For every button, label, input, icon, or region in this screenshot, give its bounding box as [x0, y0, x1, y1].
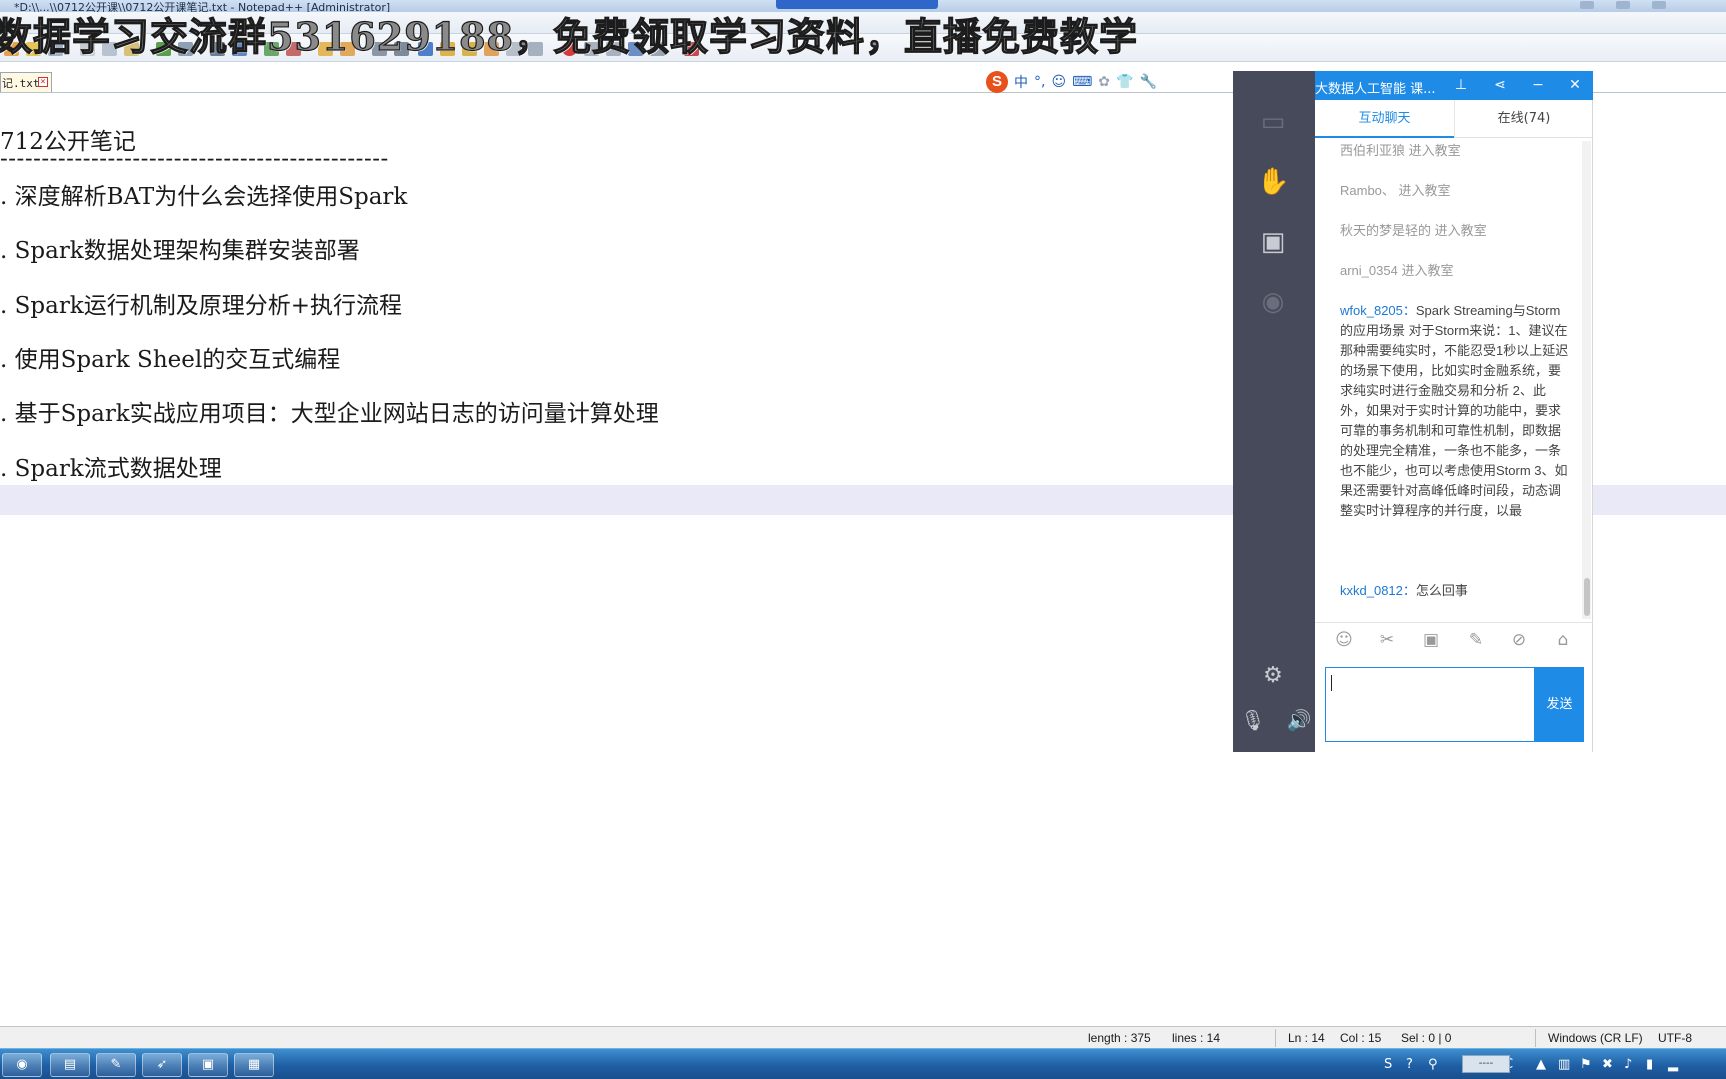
input-caret	[1331, 675, 1332, 691]
speaker-icon[interactable]: 🔊	[1283, 705, 1315, 735]
security-tray-icon[interactable]: ✖	[1602, 1057, 1613, 1072]
system-message: 秋天的梦是轻的 进入教室	[1340, 223, 1487, 238]
pin-icon[interactable]: ⊥	[1452, 76, 1470, 94]
chat-username[interactable]: kxkd_0812：	[1340, 583, 1416, 598]
taskbar-app-icon[interactable]: ➶	[142, 1053, 182, 1077]
taskbar: ◉ ▤ ✎ ➶ ▣ ▦ S ? ⚲ C ▲ ▥ ⚑ ✖ ♪ ▮ ▂ ----	[0, 1048, 1726, 1079]
status-selection: Sel : 0 | 0	[1401, 1031, 1452, 1045]
chat-message-input[interactable]	[1325, 667, 1535, 742]
file-tab-label: 记.txt	[2, 77, 40, 90]
block-icon[interactable]: ⊘	[1508, 629, 1530, 651]
ime-status-box[interactable]: ----	[1462, 1055, 1510, 1073]
minimize-button[interactable]	[1580, 1, 1594, 9]
show-hidden-icons-icon[interactable]: ▲	[1536, 1057, 1546, 1072]
ime-chinese-mode[interactable]: 中	[1014, 72, 1028, 92]
close-chat-icon[interactable]: ✕	[1566, 76, 1584, 94]
taskbar-explorer-icon[interactable]: ▤	[50, 1053, 90, 1077]
chat-message: wfok_8205：Spark Streaming与Storm的应用场景 对于S…	[1340, 301, 1570, 521]
chat-header: 大数据人工智能 课... ⊥ ⋖ − ✕	[1315, 71, 1593, 100]
help-tray-icon[interactable]: ?	[1406, 1057, 1413, 1072]
gift-icon[interactable]: ⌂	[1552, 629, 1574, 651]
ime-keyboard-icon[interactable]: ⌨	[1072, 74, 1092, 90]
status-bar: length : 375 lines : 14 Ln : 14 Col : 15…	[0, 1026, 1726, 1048]
camera-icon[interactable]: ◉	[1257, 287, 1289, 317]
settings-gear-icon[interactable]: ⚙	[1257, 661, 1289, 691]
system-message: 西伯利亚狼 进入教室	[1340, 143, 1461, 158]
editor-line: . 基于Spark实战应用项目：大型企业网站日志的访问量计算处理	[0, 401, 659, 427]
tab-online-users[interactable]: 在线(74)	[1454, 100, 1593, 138]
ime-tray-icon[interactable]: ⚲	[1428, 1057, 1438, 1072]
start-button[interactable]: ◉	[2, 1053, 42, 1077]
chat-tabs: 互动聊天 在线(74)	[1315, 100, 1593, 138]
signal-tray-icon[interactable]: ▂	[1668, 1057, 1678, 1072]
ime-emoji-icon[interactable]: ☺	[1051, 74, 1066, 90]
edit-icon[interactable]: ✎	[1465, 629, 1487, 651]
chat-input-toolbar: ☺ ✂ ▣ ✎ ⊘ ⌂	[1315, 622, 1593, 656]
status-encoding: UTF-8	[1658, 1031, 1692, 1045]
editor-line: . 使用Spark Sheel的交互式编程	[0, 347, 341, 373]
system-message: arni_0354 进入教室	[1340, 263, 1454, 278]
network-tray-icon[interactable]: ▥	[1558, 1057, 1570, 1072]
window-controls	[1580, 1, 1666, 9]
emoji-icon[interactable]: ☺	[1333, 629, 1355, 651]
chat-message-text: Spark Streaming与Storm的应用场景 对于Storm来说：1、建…	[1340, 303, 1569, 518]
maximize-button[interactable]	[1616, 1, 1630, 9]
status-lines: lines : 14	[1172, 1031, 1221, 1045]
presentation-icon[interactable]: ▣	[1257, 227, 1289, 257]
sogou-logo-icon[interactable]: S	[986, 71, 1008, 93]
ime-punctuation-icon[interactable]: °,	[1034, 74, 1045, 90]
status-column: Col : 15	[1340, 1031, 1382, 1045]
editor-line: . Spark数据处理架构集群安装部署	[0, 238, 360, 264]
taskbar-browser-icon[interactable]: ▦	[234, 1053, 274, 1077]
chat-message: kxkd_0812：怎么回事	[1340, 581, 1570, 601]
system-tray: S ? ⚲ C ▲ ▥ ⚑ ✖ ♪ ▮ ▂	[1378, 1049, 1726, 1079]
status-separator	[1535, 1029, 1536, 1047]
ime-skin-icon[interactable]: ✿	[1098, 74, 1110, 90]
share-icon[interactable]: ⋖	[1491, 76, 1509, 94]
editor-line: . Spark运行机制及原理分析+执行流程	[0, 293, 403, 319]
microphone-icon[interactable]: 🎙	[1237, 705, 1269, 735]
ime-shirt-icon[interactable]: 👕	[1116, 74, 1133, 90]
editor-line: ----------------------------------------…	[0, 146, 389, 172]
scissors-icon[interactable]: ✂	[1376, 629, 1398, 651]
editor-line: . Spark流式数据处理	[0, 456, 222, 482]
classroom-sidebar: ▭ ✋ ▣ ◉ ⚙ 🎙 🔊	[1233, 71, 1315, 752]
whiteboard-icon[interactable]: ▭	[1257, 107, 1289, 137]
status-line-number: Ln : 14	[1288, 1031, 1325, 1045]
close-tab-icon[interactable]: ×	[38, 77, 48, 87]
volume-tray-icon[interactable]: ♪	[1624, 1057, 1632, 1072]
status-eol: Windows (CR LF)	[1548, 1031, 1643, 1045]
tab-interactive-chat[interactable]: 互动聊天	[1315, 100, 1454, 138]
chat-scrollbar-thumb[interactable]	[1584, 578, 1590, 616]
status-separator	[1275, 1029, 1276, 1047]
ime-settings-icon[interactable]: 🔧	[1139, 74, 1156, 90]
chat-username[interactable]: wfok_8205：	[1340, 303, 1416, 318]
sogou-tray-icon[interactable]: S	[1384, 1057, 1392, 1072]
close-window-button[interactable]	[1652, 1, 1666, 9]
battery-tray-icon[interactable]: ▮	[1646, 1057, 1653, 1072]
flag-tray-icon[interactable]: ⚑	[1580, 1057, 1592, 1072]
minimize-chat-icon[interactable]: −	[1529, 76, 1547, 94]
send-button[interactable]: 发送	[1535, 667, 1584, 742]
chat-message-text: 怎么回事	[1415, 583, 1468, 598]
editor-line: . 深度解析BAT为什么会选择使用Spark	[0, 184, 408, 210]
image-icon[interactable]: ▣	[1420, 629, 1442, 651]
chat-title: 大数据人工智能 课...	[1315, 82, 1436, 97]
status-length: length : 375	[1088, 1031, 1151, 1045]
taskbar-classroom-icon[interactable]: ▣	[188, 1053, 228, 1077]
taskbar-notepad-icon[interactable]: ✎	[96, 1053, 136, 1077]
system-message: Rambo、 进入教室	[1340, 183, 1451, 198]
raise-hand-icon[interactable]: ✋	[1257, 167, 1289, 197]
watermark-overlay: 数据学习交流群531629188，免费领取学习资料，直播免费教学	[0, 13, 1138, 59]
chat-scrollbar-track[interactable]	[1582, 141, 1591, 619]
ime-toolbar: S 中 °, ☺ ⌨ ✿ 👕 🔧	[986, 70, 1172, 94]
chat-message-list[interactable]: 西伯利亚狼 进入教室 Rambo、 进入教室 秋天的梦是轻的 进入教室 arni…	[1315, 141, 1577, 689]
file-tab[interactable]: 记.txt ×	[0, 72, 52, 92]
